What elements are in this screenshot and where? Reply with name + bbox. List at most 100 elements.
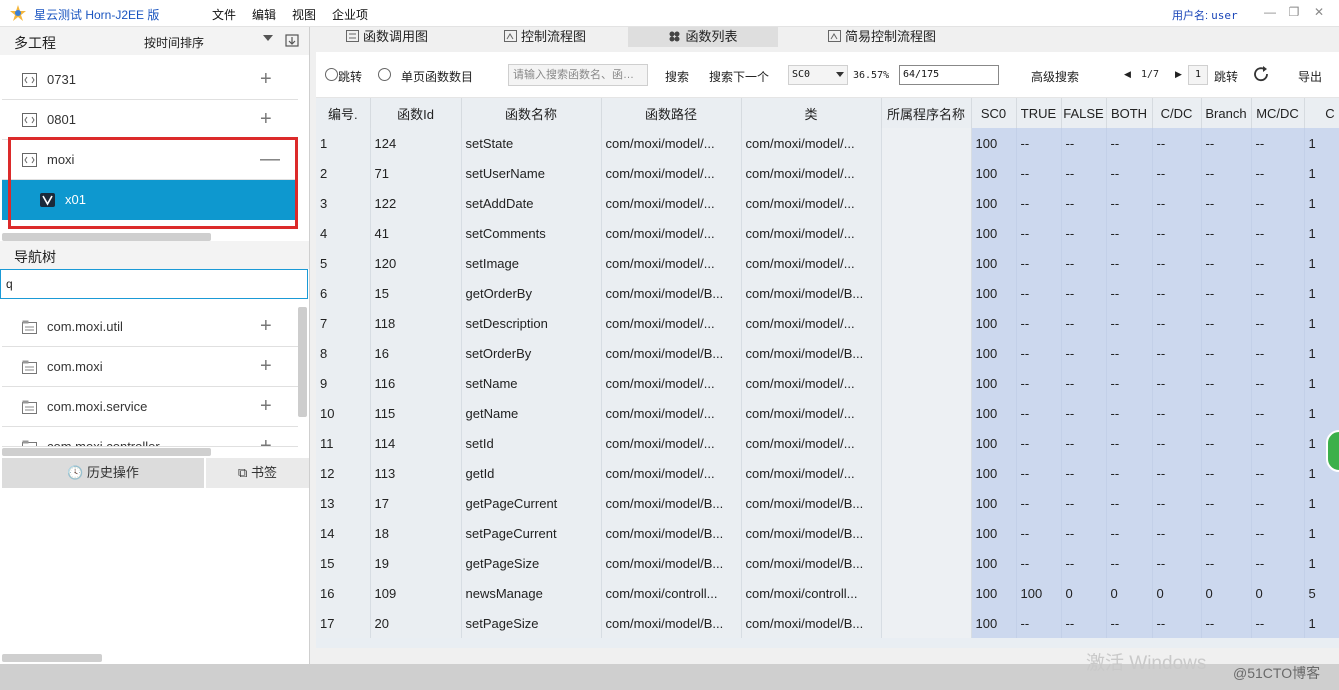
prev-page-icon[interactable]: ◀ bbox=[1124, 69, 1131, 80]
minimize-icon[interactable]: — bbox=[1259, 2, 1281, 22]
navtree-item-util[interactable]: com.moxi.util + bbox=[2, 307, 298, 347]
table-cell: -- bbox=[1106, 188, 1153, 218]
column-header[interactable]: MC/DC bbox=[1251, 98, 1305, 128]
table-row[interactable]: 14 18 setPageCurrent com/moxi/model/B... com… bbox=[316, 518, 1339, 548]
table-cell: -- bbox=[1152, 128, 1202, 158]
column-header[interactable]: 类 bbox=[741, 98, 882, 128]
table-cell: -- bbox=[1061, 308, 1107, 338]
navtree-vertical-scrollbar[interactable] bbox=[298, 307, 307, 417]
sort-select[interactable]: 按时间排序 bbox=[144, 34, 204, 51]
table-cell: 120 bbox=[370, 248, 462, 278]
search-button[interactable]: 搜索 bbox=[665, 68, 689, 85]
navtree-item-service[interactable]: com.moxi.service + bbox=[2, 387, 298, 427]
close-icon[interactable]: ✕ bbox=[1308, 2, 1330, 22]
table-cell: -- bbox=[1016, 488, 1062, 518]
column-header[interactable]: SC0 bbox=[971, 98, 1017, 128]
column-header[interactable]: BOTH bbox=[1106, 98, 1153, 128]
expand-icon[interactable]: + bbox=[260, 436, 272, 446]
function-search-input[interactable]: 请输入搜索函数名、函… bbox=[508, 64, 648, 86]
table-row[interactable]: 6 15 getOrderBy com/moxi/model/B... com/moxi… bbox=[316, 278, 1339, 308]
bottom-horizontal-scrollbar[interactable] bbox=[2, 654, 102, 662]
table-cell: 18 bbox=[370, 518, 462, 548]
table-row[interactable]: 3 122 setAddDate com/moxi/model/... com/moxi… bbox=[316, 188, 1339, 218]
expand-icon[interactable]: + bbox=[260, 356, 272, 376]
table-row[interactable]: 15 19 getPageSize com/moxi/model/B... com/mo… bbox=[316, 548, 1339, 578]
column-header[interactable]: 编号. bbox=[316, 98, 371, 128]
column-header[interactable]: Branch bbox=[1201, 98, 1252, 128]
table-row[interactable]: 7 118 setDescription com/moxi/model/... com/… bbox=[316, 308, 1339, 338]
search-next-button[interactable]: 搜索下一个 bbox=[709, 68, 769, 85]
navtree-search-input[interactable]: q bbox=[0, 269, 308, 299]
table-row[interactable]: 5 120 setImage com/moxi/model/... com/moxi/m… bbox=[316, 248, 1339, 278]
menu-view[interactable]: 视图 bbox=[292, 6, 316, 23]
single-page-radio[interactable] bbox=[378, 68, 391, 81]
tab-history[interactable]: 🕓 历史操作 bbox=[2, 458, 204, 488]
column-header[interactable]: 所属程序名称 bbox=[881, 98, 972, 128]
navtree-item-controller[interactable]: com.moxi.controller + bbox=[2, 427, 298, 447]
metric-select[interactable]: SC0 bbox=[788, 65, 848, 85]
table-cell: setAddDate bbox=[461, 188, 602, 218]
jump-radio[interactable] bbox=[325, 68, 338, 81]
column-header[interactable]: 函数路径 bbox=[601, 98, 742, 128]
column-header[interactable]: C bbox=[1304, 98, 1339, 128]
goto-button[interactable]: 跳转 bbox=[1214, 68, 1238, 85]
table-cell: -- bbox=[1152, 338, 1202, 368]
expand-icon[interactable]: + bbox=[260, 109, 272, 129]
table-row[interactable]: 16 109 newsManage com/moxi/controll... com/m… bbox=[316, 578, 1339, 608]
tab-simple-control-flow[interactable]: 简易控制流程图 bbox=[828, 27, 958, 47]
table-cell: com/moxi/controll... bbox=[601, 578, 742, 608]
tab-function-list[interactable]: 函数列表 bbox=[628, 27, 778, 47]
table-row[interactable]: 10 115 getName com/moxi/model/... com/moxi/m… bbox=[316, 398, 1339, 428]
table-cell: 115 bbox=[370, 398, 462, 428]
expand-icon[interactable]: + bbox=[260, 316, 272, 336]
navtree-horizontal-scrollbar[interactable] bbox=[2, 448, 211, 456]
restore-icon[interactable]: ❐ bbox=[1283, 2, 1305, 22]
table-row[interactable]: 9 116 setName com/moxi/model/... com/moxi/mo… bbox=[316, 368, 1339, 398]
table-row[interactable]: 17 20 setPageSize com/moxi/model/B... com/mo… bbox=[316, 608, 1339, 638]
table-cell: 10 bbox=[316, 398, 371, 428]
floating-assistant-badge[interactable] bbox=[1326, 430, 1339, 472]
chevron-down-icon[interactable] bbox=[263, 35, 273, 41]
advanced-search-button[interactable]: 高级搜索 bbox=[1031, 68, 1079, 85]
single-page-radio-label: 单页函数数目 bbox=[401, 70, 474, 84]
table-cell: -- bbox=[1016, 278, 1062, 308]
table-row[interactable]: 11 114 setId com/moxi/model/... com/moxi/mod… bbox=[316, 428, 1339, 458]
projects-horizontal-scrollbar[interactable] bbox=[2, 233, 211, 241]
next-page-icon[interactable]: ▶ bbox=[1175, 69, 1182, 80]
menu-edit[interactable]: 编辑 bbox=[252, 6, 276, 23]
column-header[interactable]: FALSE bbox=[1061, 98, 1107, 128]
navtree-item-moxi[interactable]: com.moxi + bbox=[2, 347, 298, 387]
page-input[interactable]: 1 bbox=[1188, 65, 1208, 85]
tab-bookmarks[interactable]: ⧉ 书签 bbox=[206, 458, 309, 488]
menu-file[interactable]: 文件 bbox=[212, 6, 236, 23]
table-cell: -- bbox=[1061, 128, 1107, 158]
table-cell: -- bbox=[1152, 188, 1202, 218]
column-header[interactable]: C/DC bbox=[1152, 98, 1202, 128]
table-cell: 109 bbox=[370, 578, 462, 608]
table-cell: -- bbox=[1016, 188, 1062, 218]
column-header[interactable]: TRUE bbox=[1016, 98, 1062, 128]
column-header[interactable]: 函数Id bbox=[370, 98, 462, 128]
project-item-0801[interactable]: 0801 + bbox=[2, 100, 298, 140]
expand-icon[interactable]: + bbox=[260, 69, 272, 89]
project-label: 0801 bbox=[47, 112, 76, 127]
export-button[interactable]: 导出 bbox=[1298, 68, 1322, 85]
tab-call-graph[interactable]: 函数调用图 bbox=[346, 27, 456, 47]
table-row[interactable]: 8 16 setOrderBy com/moxi/model/B... com/moxi… bbox=[316, 338, 1339, 368]
tab-control-flow-label: 控制流程图 bbox=[521, 29, 587, 44]
table-row[interactable]: 13 17 getPageCurrent com/moxi/model/B... com… bbox=[316, 488, 1339, 518]
import-icon[interactable] bbox=[284, 32, 300, 48]
table-row[interactable]: 12 113 getId com/moxi/model/... com/moxi/mod… bbox=[316, 458, 1339, 488]
table-row[interactable]: 1 124 setState com/moxi/model/... com/moxi/m… bbox=[316, 128, 1339, 158]
expand-icon[interactable]: + bbox=[260, 396, 272, 416]
table-cell: -- bbox=[1152, 548, 1202, 578]
tab-control-flow[interactable]: 控制流程图 bbox=[504, 27, 614, 47]
table-row[interactable]: 4 41 setComments com/moxi/model/... com/moxi… bbox=[316, 218, 1339, 248]
table-cell: 114 bbox=[370, 428, 462, 458]
table-row[interactable]: 2 71 setUserName com/moxi/model/... com/moxi… bbox=[316, 158, 1339, 188]
project-item-0731[interactable]: 0731 + bbox=[2, 60, 298, 100]
column-header[interactable]: 函数名称 bbox=[461, 98, 602, 128]
refresh-icon[interactable] bbox=[1252, 65, 1270, 83]
menu-enterprise[interactable]: 企业项 bbox=[332, 6, 368, 23]
table-cell: -- bbox=[1251, 428, 1305, 458]
